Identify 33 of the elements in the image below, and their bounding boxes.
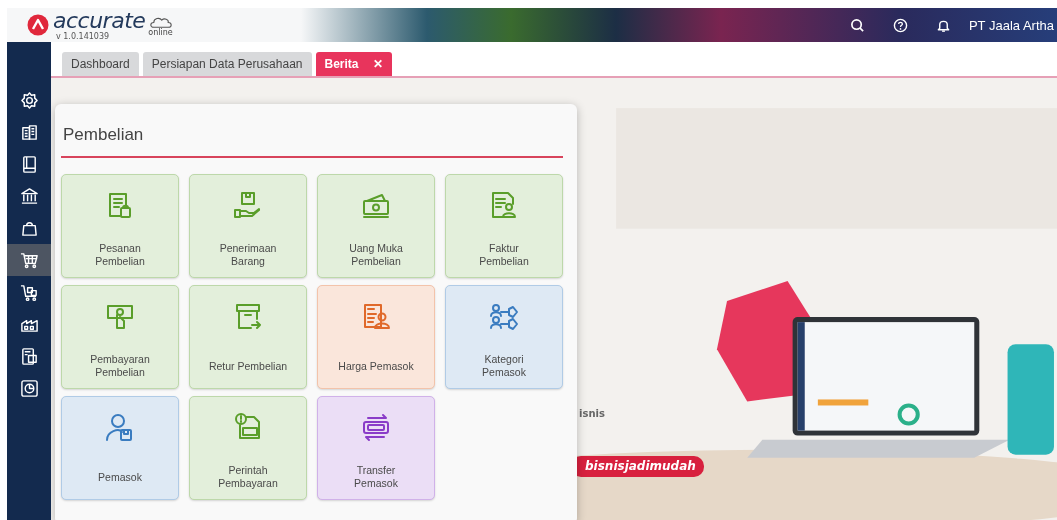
bank-icon <box>19 186 39 206</box>
menu-tile[interactable]: Faktur Pembelian <box>445 174 563 278</box>
menu-tile[interactable]: Kategori Pemasok <box>445 285 563 389</box>
menu-tile[interactable]: Transfer Pemasok <box>317 396 435 500</box>
sidebar-item[interactable] <box>7 244 51 276</box>
tab[interactable]: Dashboard <box>62 52 139 76</box>
cart-boxes-icon <box>19 282 39 302</box>
menu-tile[interactable]: Pesanan Pembelian <box>61 174 179 278</box>
menu-tile[interactable]: Harga Pemasok <box>317 285 435 389</box>
building-icon <box>19 122 39 142</box>
menu-tile[interactable]: Pembayaran Pembelian <box>61 285 179 389</box>
logo-subtext: online <box>148 28 173 37</box>
menu-tile[interactable]: Perintah Pembayaran <box>189 396 307 500</box>
menu-tile[interactable]: Uang Muka Pembelian <box>317 174 435 278</box>
tab[interactable]: Berita ✕ <box>315 52 392 76</box>
version-text: v 1.0.141039 <box>56 33 111 41</box>
help-icon[interactable] <box>892 17 908 33</box>
menu-tile[interactable]: Retur Pembelian <box>189 285 307 389</box>
menu-tile[interactable]: Pemasok <box>61 396 179 500</box>
document-icon <box>19 346 39 366</box>
company-name[interactable]: PT Jaala Artha <box>968 17 1054 33</box>
close-icon[interactable]: ✕ <box>372 57 383 71</box>
gear-icon <box>19 90 39 110</box>
logo-text: accurate <box>53 9 146 33</box>
tab[interactable]: Persiapan Data Perusahaan <box>142 52 312 76</box>
logo-icon <box>27 14 49 36</box>
chart-icon <box>19 378 39 398</box>
cart-icon <box>19 250 39 270</box>
cloud-icon <box>148 15 173 29</box>
banner-text: isnis <box>579 408 605 419</box>
search-icon[interactable] <box>849 17 865 33</box>
panel-title: Pembelian <box>61 104 563 158</box>
menu-tile[interactable]: Penerimaan Barang <box>189 174 307 278</box>
